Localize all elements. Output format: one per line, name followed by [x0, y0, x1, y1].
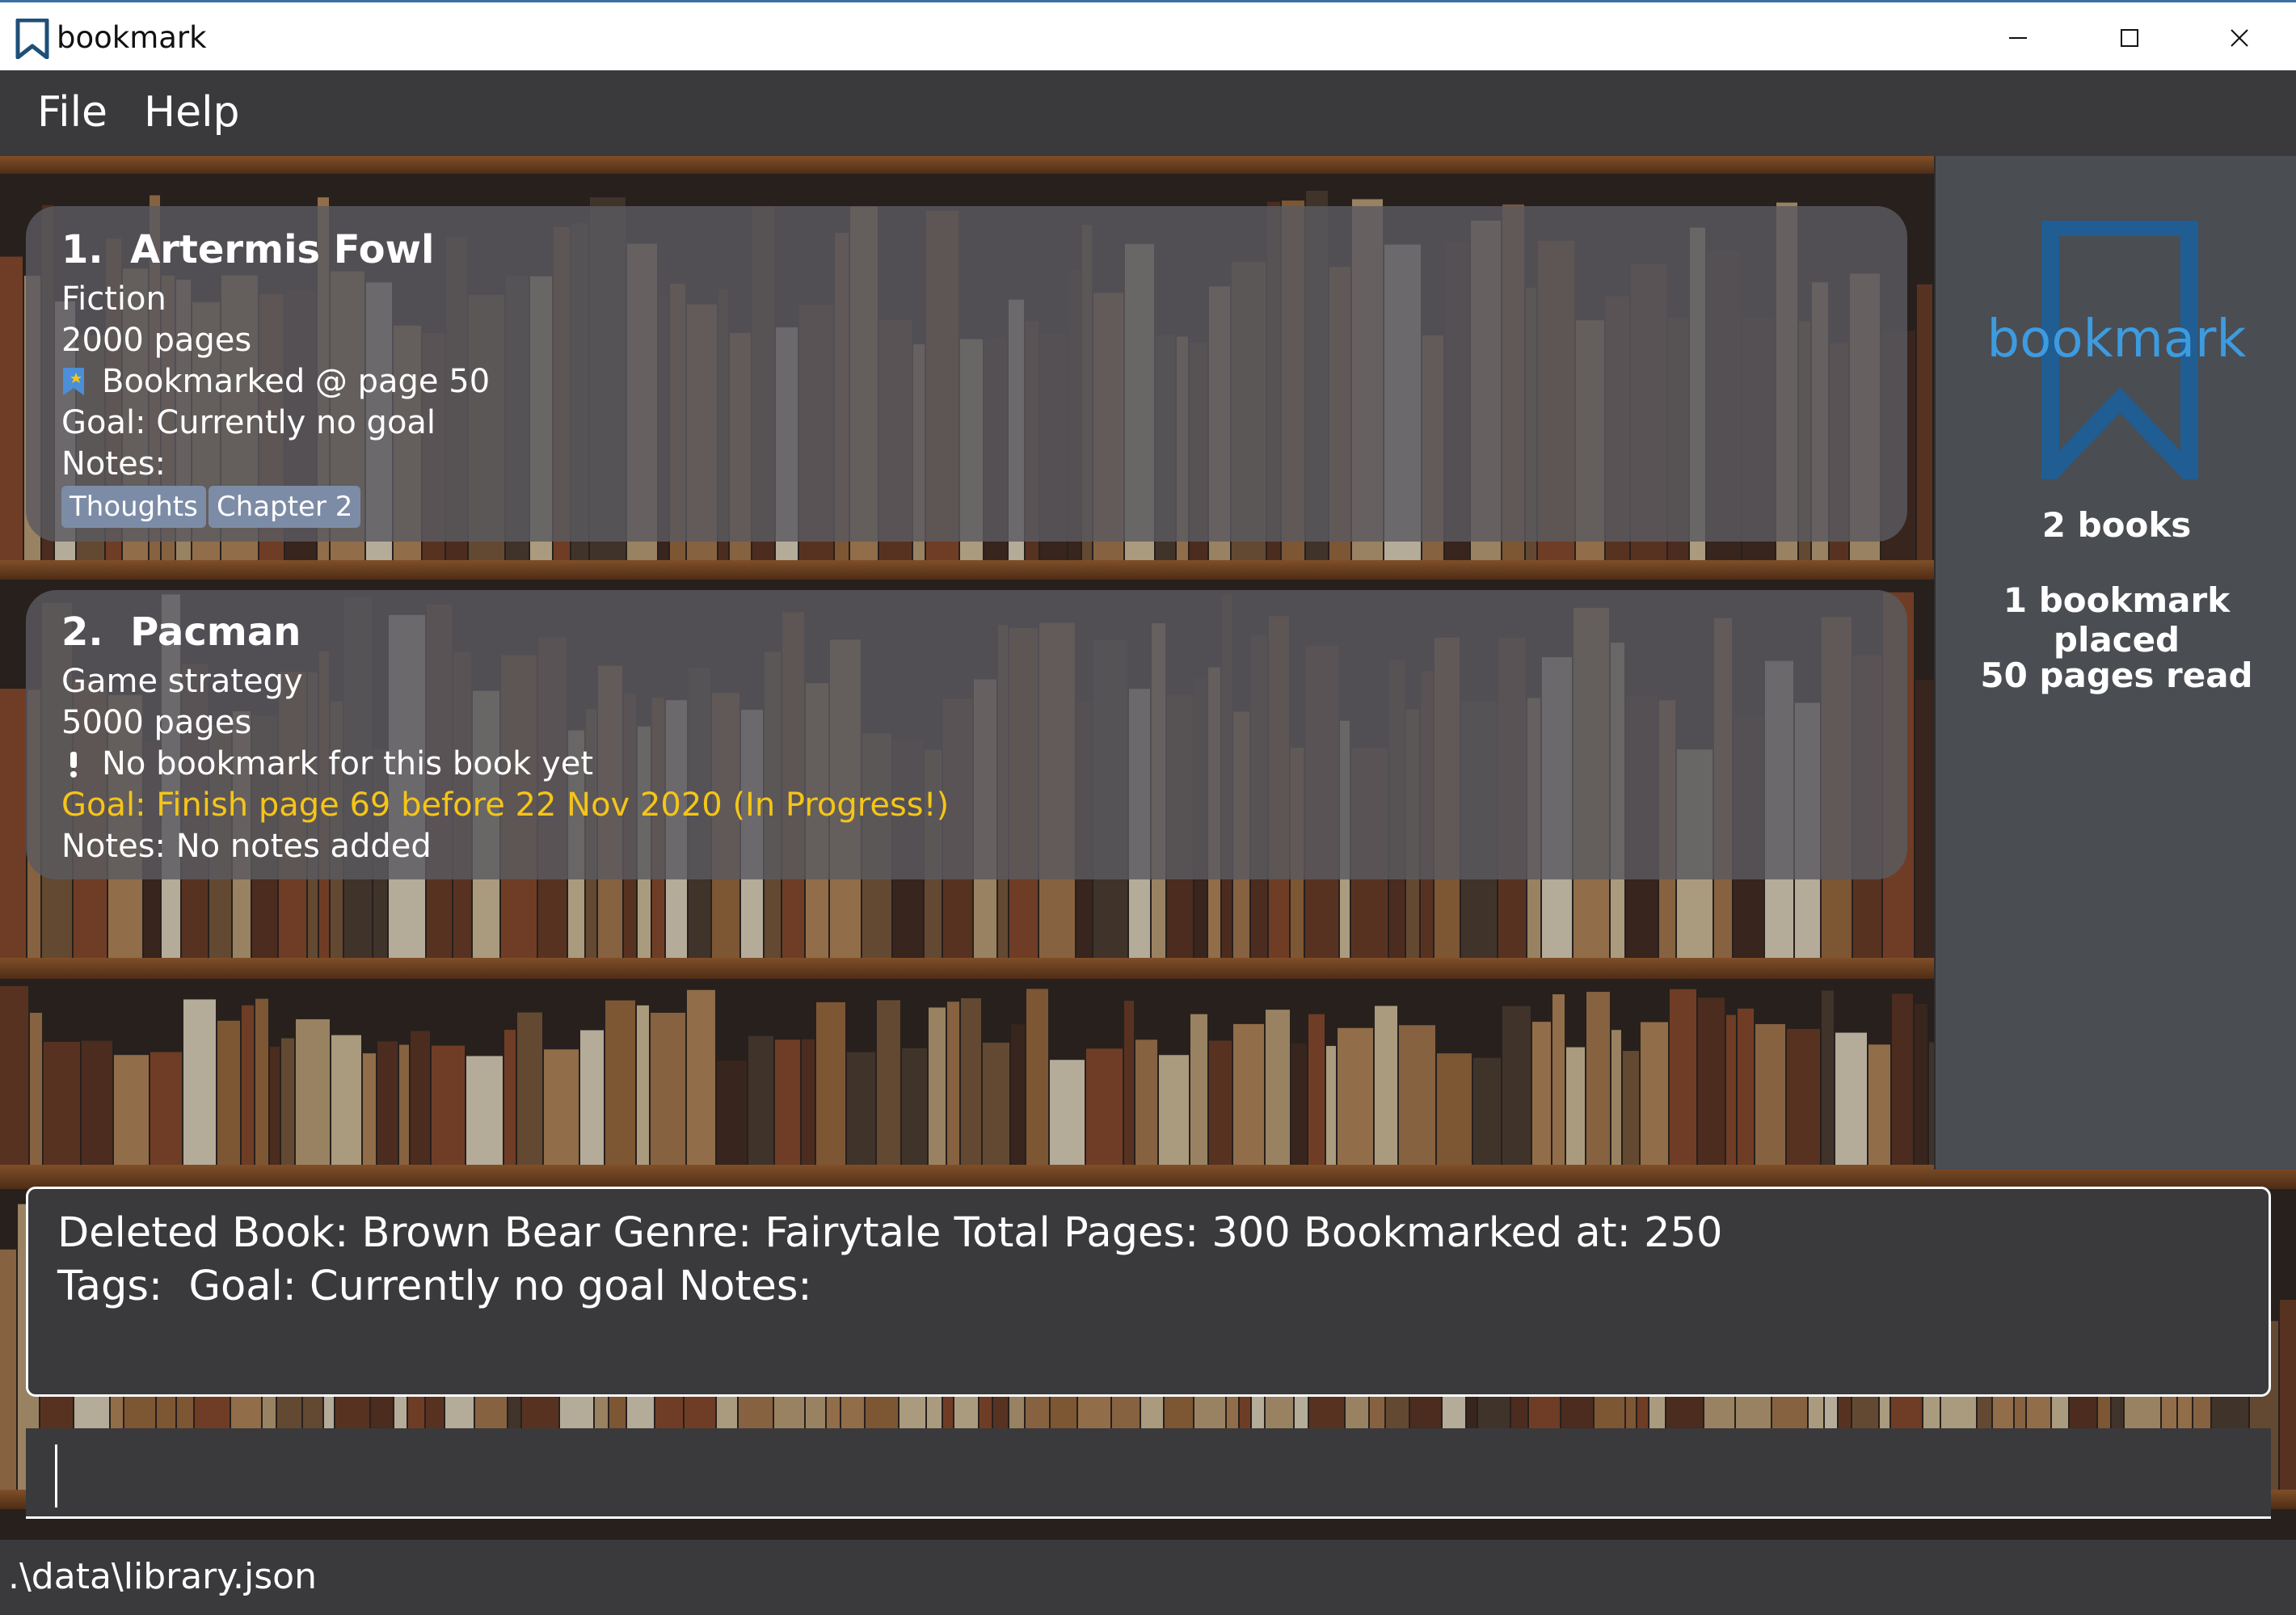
note-tag: Thoughts	[61, 486, 206, 528]
close-icon	[2231, 29, 2248, 47]
book-notes: Notes:	[61, 445, 166, 483]
bookmark-text: Bookmarked @ page 50	[102, 363, 491, 400]
book-pages: 2000 pages	[61, 322, 252, 359]
bookmark-count: 1 bookmark placed	[2003, 580, 2231, 660]
window-title: bookmark	[57, 20, 207, 55]
stats-panel: bookmark 2 books 1 bookmark placed 50 pa…	[1934, 156, 2296, 1170]
note-tag: Chapter 2	[209, 486, 361, 528]
book-title-text: Pacman	[130, 609, 301, 655]
book-genre: Game strategy	[61, 663, 303, 700]
menu-file[interactable]: File	[37, 88, 107, 137]
data-file-path: .\data\library.json	[8, 1556, 317, 1597]
title-bar: bookmark	[0, 0, 2296, 70]
book-genre: Fiction	[61, 280, 166, 318]
minimize-button[interactable]	[1982, 14, 2054, 62]
result-line: Deleted Book: Brown Bear Genre: Fairytal…	[57, 1209, 1723, 1257]
book-card[interactable]: 1. Artermis Fowl Fiction 2000 pages Book…	[26, 206, 1907, 542]
result-line: Tags: Goal: Currently no goal Notes:	[57, 1263, 812, 1310]
bookmark-star-icon	[63, 368, 84, 395]
maximize-button[interactable]	[2093, 14, 2166, 62]
book-title-text: Artermis Fowl	[130, 227, 435, 272]
book-title: 2. Pacman	[61, 609, 301, 655]
menu-bar: File Help	[0, 70, 2296, 156]
book-index: 2.	[61, 609, 103, 655]
command-box	[0, 1410, 2296, 1540]
book-bookmark: Bookmarked @ page 50	[61, 363, 490, 400]
book-pages: 5000 pages	[61, 704, 252, 741]
menu-help[interactable]: Help	[144, 88, 240, 137]
book-card[interactable]: 2. Pacman Game strategy 5000 pages No bo…	[26, 590, 1907, 879]
close-button[interactable]	[2203, 14, 2276, 62]
bookmark-text: No bookmark for this book yet	[102, 745, 594, 782]
minimize-icon	[2009, 37, 2027, 39]
bookmark-icon	[15, 19, 49, 59]
book-title: 1. Artermis Fowl	[61, 227, 434, 272]
exclamation-icon	[70, 752, 77, 778]
book-index: 1.	[61, 227, 103, 272]
book-count: 2 books	[2041, 505, 2192, 545]
book-notes: Notes: No notes added	[61, 828, 432, 865]
result-display: Deleted Book: Brown Bear Genre: Fairytal…	[26, 1187, 2271, 1397]
text-caret	[55, 1444, 57, 1507]
book-goal: Goal: Currently no goal	[61, 404, 436, 441]
logo-text: bookmark	[1986, 310, 2247, 369]
command-input[interactable]	[26, 1428, 2271, 1519]
status-bar: .\data\library.json	[0, 1540, 2296, 1615]
book-bookmark: No bookmark for this book yet	[61, 745, 593, 782]
pages-read: 50 pages read	[1980, 656, 2253, 695]
maximize-icon	[2121, 29, 2138, 47]
book-goal: Goal: Finish page 69 before 22 Nov 2020 …	[61, 786, 950, 824]
